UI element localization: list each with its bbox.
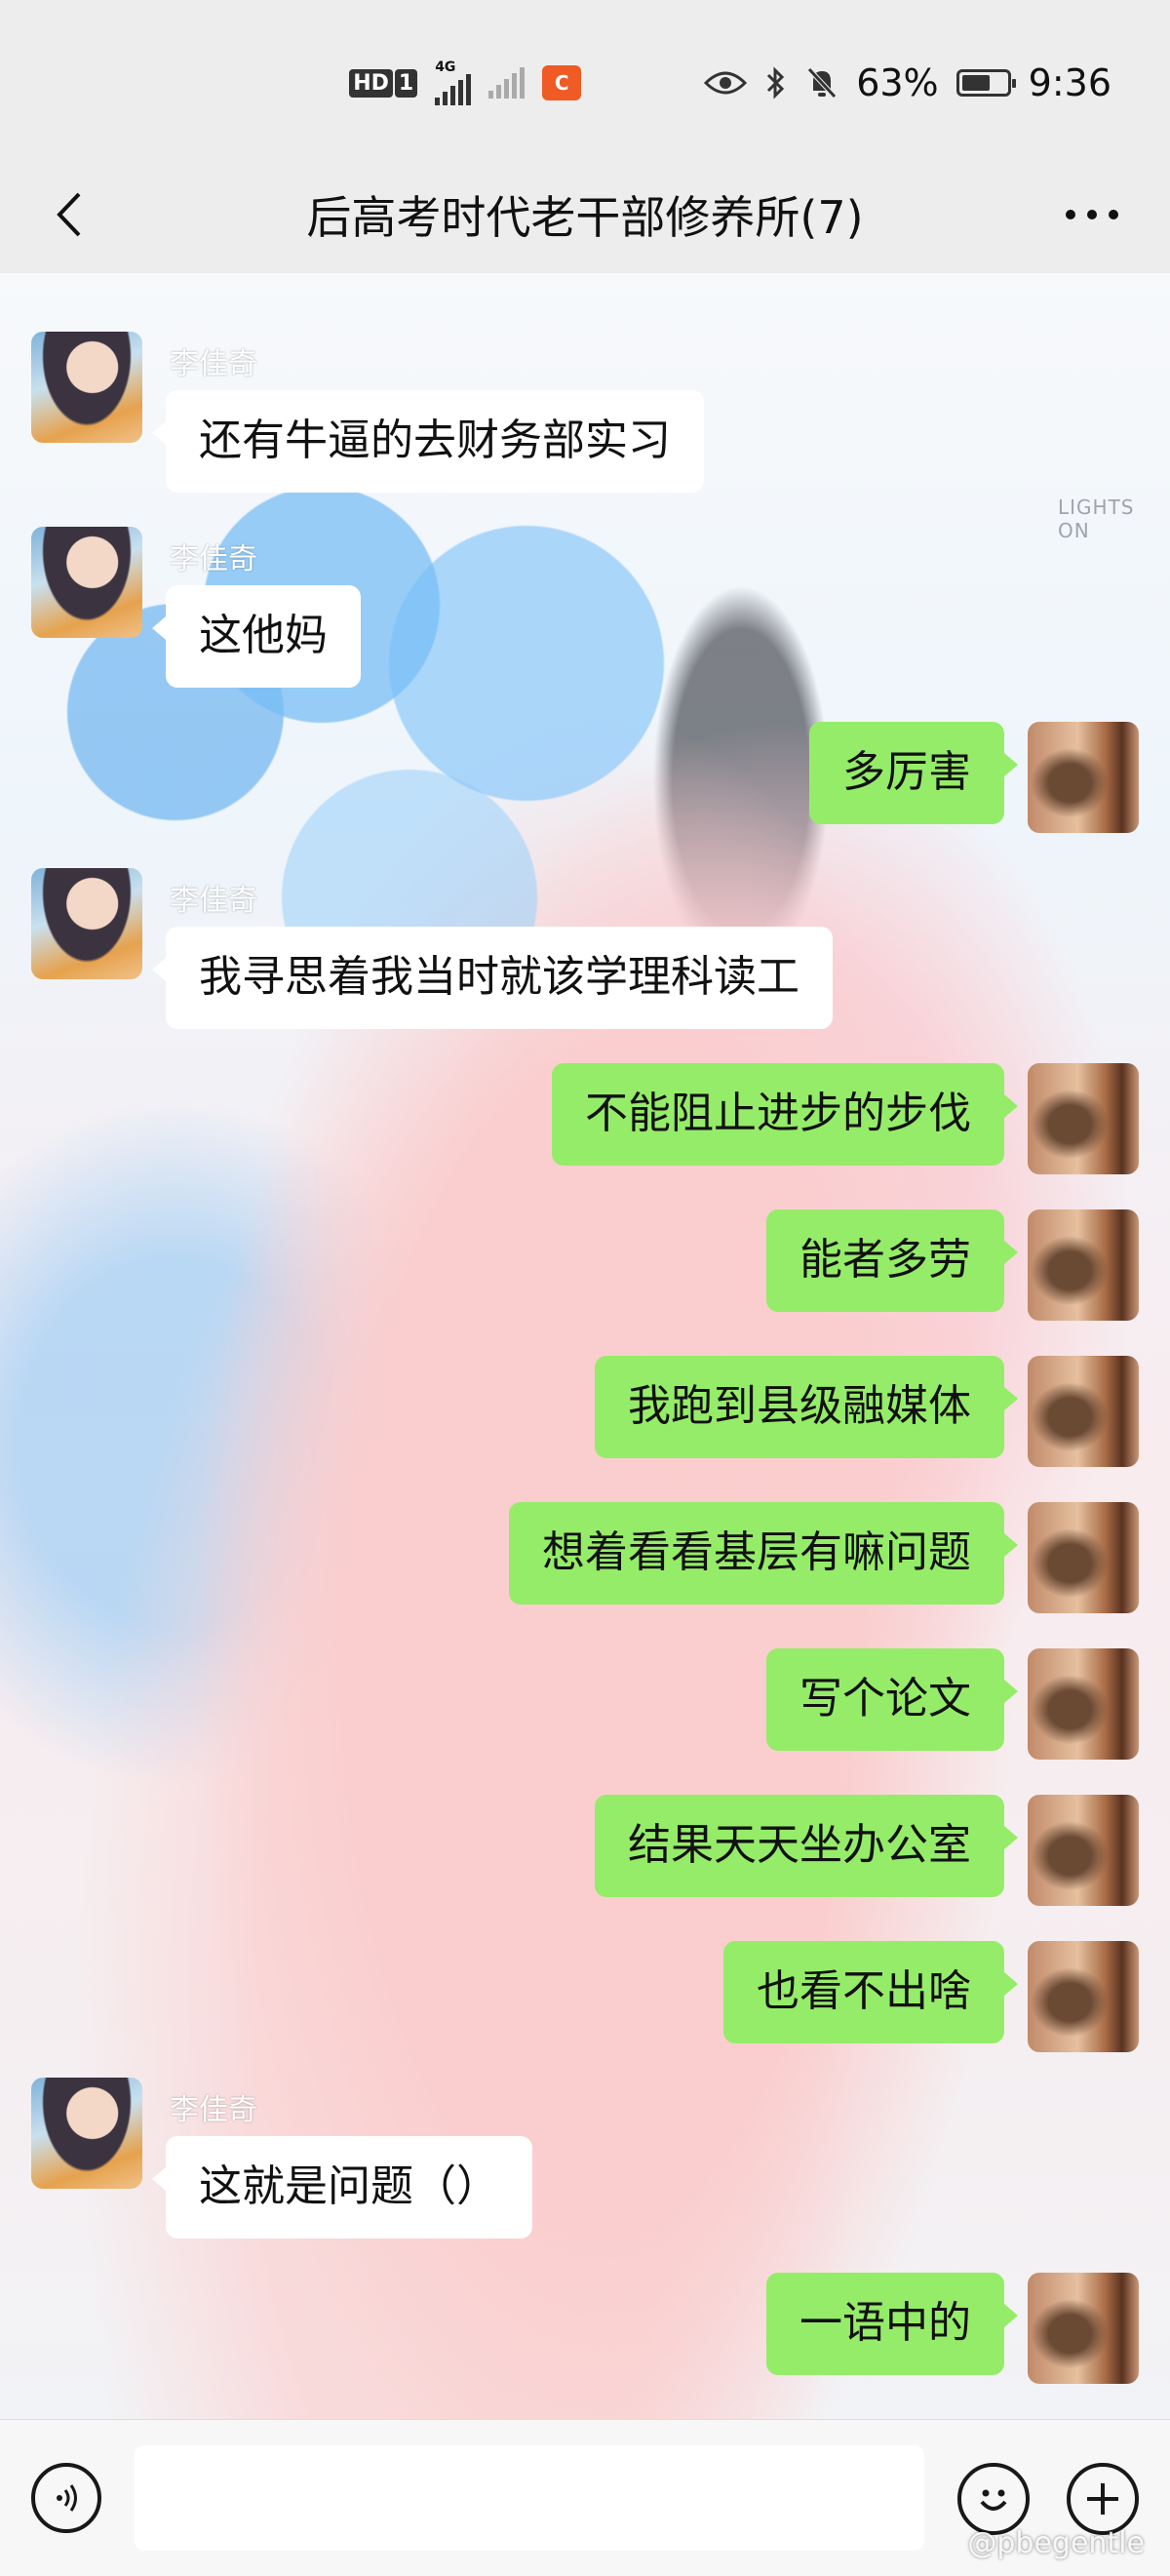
message-outgoing: 写个论文 xyxy=(766,1648,1139,1760)
voice-icon xyxy=(57,2484,77,2512)
message-incoming: 李佳奇这他妈 xyxy=(31,527,361,688)
background-caption: LIGHTS ON xyxy=(1058,495,1135,542)
message-outgoing: 能者多劳 xyxy=(766,1209,1139,1321)
sender-name: 李佳奇 xyxy=(170,2093,257,2127)
message-bubble[interactable]: 也看不出啥 xyxy=(723,1941,1018,2043)
clock: 9:36 xyxy=(1028,61,1112,104)
message-bubble[interactable]: 写个论文 xyxy=(766,1648,1018,1751)
avatar-self[interactable] xyxy=(1028,1209,1139,1321)
signal-icon: 4G xyxy=(435,59,472,105)
eye-icon xyxy=(704,68,748,98)
avatar-self[interactable] xyxy=(1028,1502,1139,1613)
message-body: 也看不出啥 xyxy=(723,1941,1018,2052)
message-bubble[interactable]: 不能阻止进步的步伐 xyxy=(552,1063,1018,1166)
more-button[interactable] xyxy=(1053,185,1131,244)
message-body: 李佳奇还有牛逼的去财务部实习 xyxy=(152,332,704,493)
message-outgoing: 不能阻止进步的步伐 xyxy=(552,1063,1139,1174)
message-body: 李佳奇这就是问题（） xyxy=(152,2078,532,2239)
message-bubble[interactable]: 能者多劳 xyxy=(766,1209,1018,1312)
sender-name: 李佳奇 xyxy=(170,347,257,381)
message-body: 能者多劳 xyxy=(766,1209,1018,1321)
message-outgoing: 我跑到县级融媒体 xyxy=(595,1356,1139,1467)
status-bar: HD 1 4G C 63% 9:36 xyxy=(0,0,1170,166)
message-bubble[interactable]: 多厉害 xyxy=(809,722,1018,824)
message-incoming: 李佳奇还有牛逼的去财务部实习 xyxy=(31,332,704,493)
voice-button[interactable] xyxy=(31,2463,101,2533)
message-input[interactable] xyxy=(135,2445,924,2551)
message-body: 我跑到县级融媒体 xyxy=(595,1356,1018,1467)
message-outgoing: 结果天天坐办公室 xyxy=(595,1795,1139,1906)
avatar-self[interactable] xyxy=(1028,1063,1139,1174)
app-notification-icon: C xyxy=(542,65,582,100)
avatar-self[interactable] xyxy=(1028,1356,1139,1467)
sender-name: 李佳奇 xyxy=(170,542,257,576)
message-bubble[interactable]: 一语中的 xyxy=(766,2273,1018,2375)
message-bubble[interactable]: 结果天天坐办公室 xyxy=(595,1795,1018,1897)
avatar-self[interactable] xyxy=(1028,1795,1139,1906)
message-bubble[interactable]: 还有牛逼的去财务部实习 xyxy=(152,390,704,493)
message-bubble[interactable]: 这他妈 xyxy=(152,585,361,688)
avatar-self[interactable] xyxy=(1028,1648,1139,1760)
battery-fill xyxy=(961,75,990,91)
battery-icon xyxy=(956,69,1016,97)
message-outgoing: 也看不出啥 xyxy=(723,1941,1139,2052)
bell-muted-icon xyxy=(805,65,838,100)
message-body: 李佳奇我寻思着我当时就该学理科读工 xyxy=(152,868,833,1029)
back-button[interactable] xyxy=(39,185,98,244)
message-incoming: 李佳奇这就是问题（） xyxy=(31,2078,532,2239)
message-body: 想着看看基层有嘛问题 xyxy=(509,1502,1018,1613)
message-outgoing: 一语中的 xyxy=(766,2273,1139,2384)
more-dots-icon xyxy=(1066,210,1118,219)
sender-name: 李佳奇 xyxy=(170,884,257,918)
message-bubble[interactable]: 想着看看基层有嘛问题 xyxy=(509,1502,1018,1605)
avatar-self[interactable] xyxy=(1028,1941,1139,2052)
message-body: 李佳奇这他妈 xyxy=(152,527,361,688)
message-bubble[interactable]: 我跑到县级融媒体 xyxy=(595,1356,1018,1458)
plus-button[interactable] xyxy=(1067,2463,1139,2535)
chevron-left-icon xyxy=(57,192,81,237)
chat-header: 后高考时代老干部修养所(7) xyxy=(0,156,1170,273)
avatar-self[interactable] xyxy=(1028,722,1139,833)
avatar-sender[interactable] xyxy=(31,527,142,638)
avatar-sender[interactable] xyxy=(31,332,142,443)
message-outgoing: 想着看看基层有嘛问题 xyxy=(509,1502,1139,1613)
hd-icon: HD 1 xyxy=(349,68,418,98)
message-body: 多厉害 xyxy=(809,722,1018,833)
emoji-button[interactable] xyxy=(957,2463,1030,2535)
message-body: 结果天天坐办公室 xyxy=(595,1795,1018,1906)
sim-label: 1 xyxy=(394,68,418,98)
bluetooth-icon xyxy=(764,65,788,100)
avatar-sender[interactable] xyxy=(31,868,142,979)
plus-icon xyxy=(1087,2483,1118,2515)
chat-title: 后高考时代老干部修养所(7) xyxy=(306,191,864,244)
message-incoming: 李佳奇我寻思着我当时就该学理科读工 xyxy=(31,868,833,1029)
signal-secondary-icon xyxy=(488,67,526,99)
avatar-sender[interactable] xyxy=(31,2078,142,2189)
avatar-self[interactable] xyxy=(1028,2273,1139,2384)
message-bubble[interactable]: 这就是问题（） xyxy=(152,2136,532,2239)
chat-area[interactable]: LIGHTS ON 李佳奇 还有牛逼的去财务部实习 李佳奇 这他妈 多厉害 李佳奇 我寻思着… xyxy=(0,273,1170,2419)
message-body: 写个论文 xyxy=(766,1648,1018,1760)
message-outgoing: 多厉害 xyxy=(809,722,1139,833)
message-body: 不能阻止进步的步伐 xyxy=(552,1063,1018,1174)
hd-label: HD xyxy=(349,68,393,98)
battery-percent: 63% xyxy=(856,61,939,104)
network-label: 4G xyxy=(435,59,456,75)
message-body: 一语中的 xyxy=(766,2273,1018,2384)
emoji-icon xyxy=(980,2489,1007,2511)
message-bubble[interactable]: 我寻思着我当时就该学理科读工 xyxy=(152,927,833,1029)
watermark: @pbegentle xyxy=(967,2526,1145,2560)
